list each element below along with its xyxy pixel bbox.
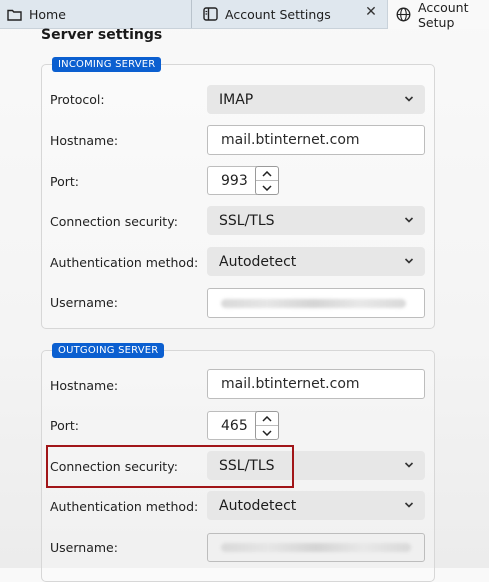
incoming-hostname-input[interactable]: mail.btinternet.com bbox=[207, 125, 425, 155]
globe-icon bbox=[396, 7, 411, 23]
outgoing-username-input[interactable] bbox=[207, 533, 425, 562]
spin-down-icon[interactable] bbox=[256, 181, 278, 194]
incoming-port-arrows bbox=[255, 166, 279, 195]
outgoing-username-label: Username: bbox=[50, 540, 118, 555]
page-title: Server settings bbox=[41, 27, 163, 43]
chevron-down-icon bbox=[404, 96, 414, 102]
incoming-port-stepper[interactable]: 993 bbox=[207, 166, 279, 195]
incoming-security-select[interactable]: SSL/TLS bbox=[207, 206, 425, 235]
incoming-port-label: Port: bbox=[50, 174, 79, 189]
incoming-security-label: Connection security: bbox=[50, 214, 178, 229]
outgoing-port-label: Port: bbox=[50, 418, 79, 433]
incoming-auth-select[interactable]: Autodetect bbox=[207, 247, 425, 276]
chevron-down-icon bbox=[404, 502, 414, 508]
connection-security-highlight bbox=[46, 445, 294, 488]
incoming-protocol-value: IMAP bbox=[219, 91, 254, 108]
tab-home-label: Home bbox=[29, 6, 66, 22]
incoming-hostname-label: Hostname: bbox=[50, 133, 119, 148]
outgoing-port-arrows bbox=[255, 411, 279, 440]
outgoing-hostname-label: Hostname: bbox=[50, 378, 119, 393]
incoming-security-value: SSL/TLS bbox=[219, 212, 275, 229]
chevron-down-icon bbox=[404, 217, 414, 223]
outgoing-port-stepper[interactable]: 465 bbox=[207, 411, 279, 440]
tab-account-setup-label: Account Setup bbox=[418, 0, 469, 30]
redacted-username bbox=[221, 298, 406, 308]
outgoing-port-value[interactable]: 465 bbox=[207, 411, 257, 440]
outgoing-auth-select[interactable]: Autodetect bbox=[207, 491, 425, 520]
incoming-server-legend: INCOMING SERVER bbox=[52, 57, 162, 72]
outgoing-auth-label: Authentication method: bbox=[50, 499, 199, 514]
incoming-auth-value: Autodetect bbox=[219, 253, 297, 270]
chevron-down-icon bbox=[404, 462, 414, 468]
tab-account-settings[interactable]: Account Settings bbox=[200, 0, 386, 28]
incoming-auth-label: Authentication method: bbox=[50, 255, 199, 270]
incoming-username-input[interactable] bbox=[207, 288, 425, 318]
account-settings-icon bbox=[202, 6, 218, 22]
redacted-username bbox=[221, 543, 411, 552]
spin-up-icon[interactable] bbox=[256, 412, 278, 426]
spin-up-icon[interactable] bbox=[256, 167, 278, 181]
outgoing-hostname-input[interactable]: mail.btinternet.com bbox=[207, 369, 425, 399]
incoming-protocol-select[interactable]: IMAP bbox=[207, 85, 425, 114]
incoming-username-label: Username: bbox=[50, 295, 118, 310]
incoming-protocol-label: Protocol: bbox=[50, 92, 105, 107]
outgoing-auth-value: Autodetect bbox=[219, 497, 297, 514]
folder-icon bbox=[6, 6, 22, 22]
tab-account-settings-label: Account Settings bbox=[225, 6, 331, 22]
tab-home[interactable]: Home bbox=[4, 0, 192, 28]
incoming-hostname-value: mail.btinternet.com bbox=[221, 132, 360, 148]
spin-down-icon[interactable] bbox=[256, 426, 278, 439]
outgoing-hostname-value: mail.btinternet.com bbox=[221, 376, 360, 392]
outgoing-server-legend: OUTGOING SERVER bbox=[52, 343, 165, 358]
incoming-port-value[interactable]: 993 bbox=[207, 166, 257, 195]
chevron-down-icon bbox=[404, 258, 414, 264]
tab-bar: Home Account Settings ✕ Account Setup bbox=[0, 0, 489, 30]
tab-account-setup[interactable]: Account Setup bbox=[387, 0, 489, 30]
close-tab-icon[interactable]: ✕ bbox=[364, 4, 378, 20]
